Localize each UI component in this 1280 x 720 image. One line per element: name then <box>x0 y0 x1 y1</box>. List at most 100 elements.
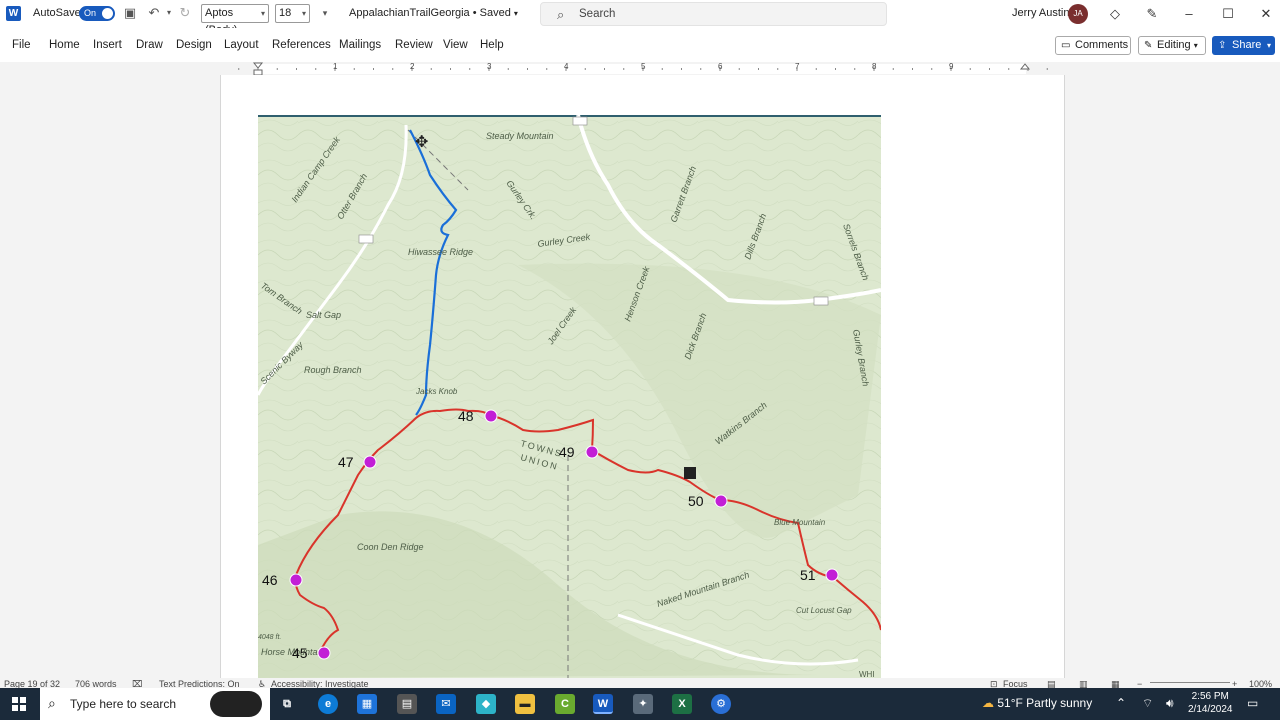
customize-toolbar-icon[interactable]: ▾ <box>317 5 333 21</box>
user-name[interactable]: Jerry Austin <box>1012 7 1069 19</box>
close-icon[interactable]: ✕ <box>1256 4 1276 24</box>
search-icon: ⌕ <box>48 695 56 711</box>
calculator-icon[interactable]: ▤ <box>397 694 417 714</box>
mile-marker-label: 47 <box>338 454 354 470</box>
copilot-icon[interactable] <box>210 691 262 717</box>
tab-insert[interactable]: Insert <box>93 39 122 51</box>
zoom-in-icon[interactable]: + <box>1232 679 1237 688</box>
chevron-down-icon: ▾ <box>301 9 306 18</box>
pen-icon[interactable]: ✎ <box>1142 4 1162 24</box>
map-label: Salt Gap <box>306 310 341 320</box>
tab-references[interactable]: References <box>272 39 331 51</box>
windows-start-icon[interactable] <box>12 697 26 711</box>
mile-marker-label: 49 <box>559 444 575 460</box>
maximize-icon[interactable]: ☐ <box>1218 4 1238 24</box>
search-box[interactable]: ⌕ Search <box>540 2 887 26</box>
comments-button[interactable]: ▭ Comments <box>1055 36 1131 55</box>
title-bar: W AutoSave On ▣ ↶ ▾ ↻ Aptos (Body) ▾ 18 … <box>0 0 1280 36</box>
redo-icon[interactable]: ↻ <box>177 5 193 21</box>
font-size-value: 18 <box>279 7 292 19</box>
taskbar-search[interactable]: ⌕ Type here to search <box>40 688 270 720</box>
text-predictions[interactable]: Text Predictions: On <box>159 679 240 688</box>
font-name-box[interactable]: Aptos (Body) ▾ <box>201 4 269 36</box>
shelter-icon <box>684 467 696 479</box>
tab-home[interactable]: Home <box>49 39 80 51</box>
document-title[interactable]: AppalachianTrailGeorgia • Saved ▾ <box>349 7 518 19</box>
tab-review[interactable]: Review <box>395 39 433 51</box>
map-label: Jacks Knob <box>415 387 458 396</box>
ribbon-tabs: File Home Insert Draw Design Layout Refe… <box>0 28 1280 62</box>
document-title-text: AppalachianTrailGeorgia • Saved <box>349 7 511 19</box>
chevron-down-icon: ▾ <box>260 9 265 18</box>
settings-icon[interactable]: ⚙ <box>711 694 731 714</box>
document-canvas[interactable]: Steady Mountain Indian Camp Creek Otter … <box>0 75 1280 678</box>
search-placeholder: Search <box>579 8 616 20</box>
map-label: WHI <box>859 670 875 678</box>
minimize-icon[interactable]: – <box>1179 4 1199 24</box>
share-button[interactable]: ⇪ Share ▾ <box>1212 36 1275 55</box>
tab-draw[interactable]: Draw <box>136 39 163 51</box>
toggle-knob <box>102 8 113 19</box>
accessibility-status[interactable]: Accessibility: Investigate <box>271 679 369 688</box>
font-size-box[interactable]: 18 ▾ <box>275 4 310 23</box>
tab-view[interactable]: View <box>443 39 468 51</box>
store-icon[interactable]: ▦ <box>357 694 377 714</box>
zoom-level[interactable]: 100% <box>1249 679 1272 688</box>
ruler-number: 3 <box>487 62 492 71</box>
web-layout-icon[interactable]: ▦ <box>1111 679 1120 688</box>
volume-icon[interactable]: 🔊︎ <box>1166 696 1174 711</box>
tab-design[interactable]: Design <box>176 39 212 51</box>
word-taskbar-icon[interactable]: W <box>593 694 613 714</box>
mile-marker-dot <box>825 568 839 582</box>
app-icon[interactable]: ✦ <box>633 694 653 714</box>
autosave-toggle[interactable]: On <box>79 6 115 21</box>
zoom-out-icon[interactable]: − <box>1137 679 1142 688</box>
proofing-icon[interactable]: ⌧ <box>132 679 142 688</box>
chevron-up-icon[interactable]: ⌃ <box>1116 696 1126 710</box>
zoom-slider[interactable] <box>1150 682 1230 683</box>
map-label: Hiwassee Ridge <box>408 247 473 257</box>
excel-icon[interactable]: X <box>672 694 692 714</box>
diamond-icon[interactable]: ◇ <box>1105 4 1125 24</box>
focus-button[interactable]: Focus <box>1003 679 1028 688</box>
editing-button[interactable]: ✎ Editing ▾ <box>1138 36 1206 55</box>
tab-layout[interactable]: Layout <box>224 39 259 51</box>
app-icon[interactable]: ◆ <box>476 694 496 714</box>
clock-date: 2/14/2024 <box>1188 704 1233 715</box>
network-icon[interactable]: ⌔ <box>1142 696 1153 711</box>
ruler-row: 1 2 3 4 5 6 7 8 9 <box>0 62 1280 75</box>
avatar[interactable]: JA <box>1068 4 1088 24</box>
tab-file[interactable]: File <box>12 39 31 51</box>
mile-marker-dot <box>714 494 728 508</box>
clock[interactable]: 2:56 PM 2/14/2024 <box>1188 690 1233 716</box>
trail-map-image[interactable]: Steady Mountain Indian Camp Creek Otter … <box>258 115 881 678</box>
task-view-icon[interactable]: ⧉ <box>277 694 297 714</box>
weather-widget[interactable]: ☁ 51°F Partly sunny <box>982 696 1092 710</box>
mail-icon[interactable]: ✉ <box>436 694 456 714</box>
file-explorer-icon[interactable]: ▬ <box>515 694 535 714</box>
print-layout-icon[interactable]: ▥ <box>1079 679 1088 688</box>
route-shield <box>813 296 829 306</box>
ruler-number: 6 <box>718 62 723 71</box>
save-icon[interactable]: ▣ <box>122 5 138 21</box>
ruler-number: 1 <box>333 62 338 71</box>
ruler-number: 5 <box>641 62 646 71</box>
notifications-icon[interactable]: ▭ <box>1247 696 1258 710</box>
map-label: Cut Locust Gap <box>796 606 852 615</box>
editing-label: Editing <box>1157 39 1191 51</box>
status-bar: Page 19 of 32 706 words ⌧ Text Predictio… <box>0 678 1280 688</box>
undo-icon[interactable]: ↶ <box>146 5 162 21</box>
tab-mailings[interactable]: Mailings <box>339 39 381 51</box>
undo-dropdown-icon[interactable]: ▾ <box>161 5 177 21</box>
comment-icon: ▭ <box>1061 40 1071 51</box>
camtasia-icon[interactable]: C <box>555 694 575 714</box>
clock-time: 2:56 PM <box>1191 691 1229 702</box>
mile-marker-dot <box>484 409 498 423</box>
read-mode-icon[interactable]: ▤ <box>1047 679 1056 688</box>
edge-icon[interactable]: e <box>318 694 338 714</box>
ruler-number: 4 <box>564 62 569 71</box>
pencil-icon: ✎ <box>1144 40 1153 51</box>
page-count[interactable]: Page 19 of 32 <box>4 679 60 688</box>
word-count[interactable]: 706 words <box>75 679 117 688</box>
tab-help[interactable]: Help <box>480 39 504 51</box>
